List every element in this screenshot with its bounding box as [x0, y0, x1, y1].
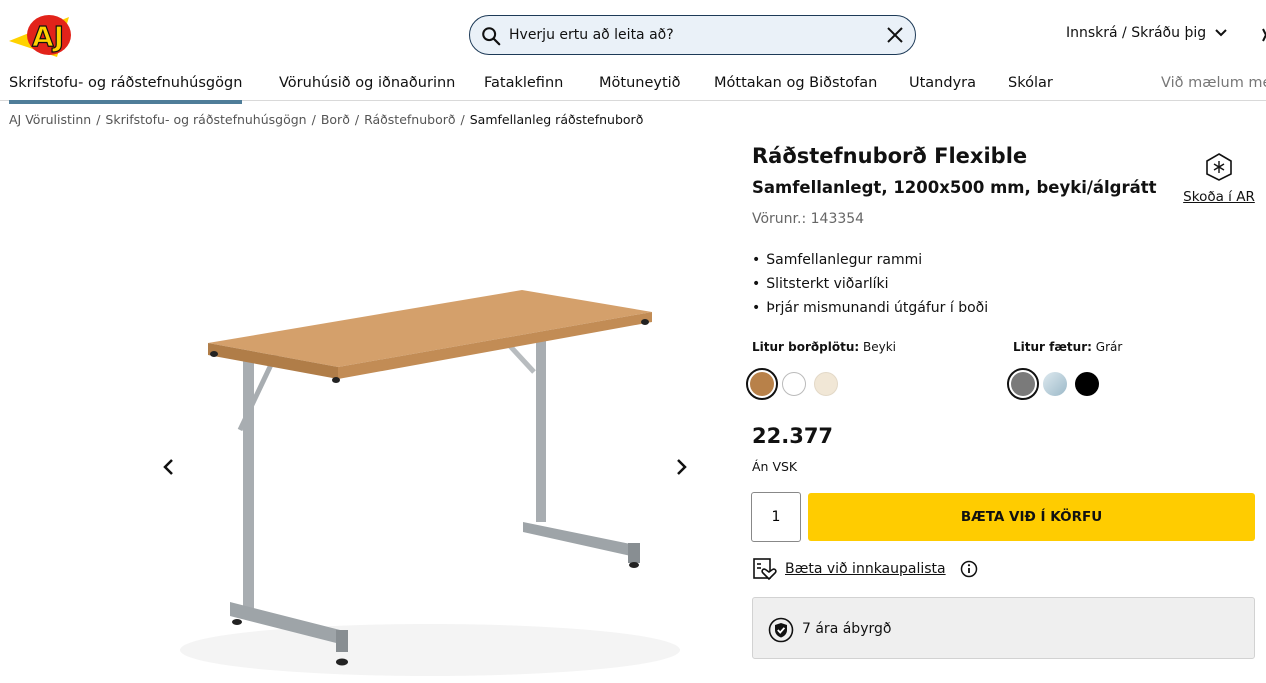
breadcrumb-current: Samfellanleg ráðstefnuborð [469, 112, 644, 127]
svg-text:AJ: AJ [32, 20, 64, 53]
vat-note: Án VSK [752, 459, 798, 474]
top-color-swatch-birch[interactable] [814, 372, 838, 396]
search-icon [482, 27, 501, 46]
breadcrumb-link[interactable]: Borð [321, 112, 350, 127]
product-title: Ráðstefnuborð Flexible [752, 144, 1028, 168]
view-in-ar-label: Skoða í AR [1183, 189, 1255, 205]
search-input[interactable] [509, 23, 869, 47]
nav-item-recommended[interactable]: Við mælum me [1161, 75, 1266, 91]
add-to-wishlist-link[interactable]: Bæta við innkaupalista [785, 561, 946, 577]
aj-logo[interactable]: AJ [9, 11, 75, 59]
top-color-swatch-beech[interactable] [746, 368, 778, 400]
leg-color-value: Grár [1095, 340, 1123, 354]
chevron-down-icon [1215, 29, 1227, 37]
main-nav: Skrifstofu- og ráðstefnuhúsgögn Vöruhúsi… [0, 64, 1266, 104]
login-button[interactable]: Innskrá / Skráðu þig [1066, 25, 1228, 41]
shopping-list-heart-icon [753, 558, 777, 581]
top-color-value: Beyki [862, 340, 896, 354]
leg-color-label: Litur fætur: Grár [1013, 340, 1122, 354]
breadcrumb-link[interactable]: AJ Vörulistinn [9, 112, 91, 127]
feature-item: Samfellanlegur rammi [752, 250, 988, 274]
leg-color-swatch-black[interactable] [1075, 372, 1099, 396]
top-color-title: Litur borðplötu: [752, 340, 860, 354]
breadcrumb-separator: / [96, 112, 101, 127]
previous-image-arrow-icon[interactable] [157, 455, 181, 479]
product-image [150, 260, 710, 683]
aj-logo-icon: AJ [9, 15, 71, 57]
nav-item-schools[interactable]: Skólar [1008, 75, 1053, 91]
next-image-arrow-icon[interactable] [669, 455, 693, 479]
nav-item-office[interactable]: Skrifstofu- og ráðstefnuhúsgögn [9, 75, 243, 104]
table-illustration [180, 290, 680, 676]
shield-check-icon [768, 617, 794, 643]
search-bar [469, 15, 916, 55]
breadcrumb-link[interactable]: Skrifstofu- og ráðstefnuhúsgögn [105, 112, 306, 127]
leg-color-swatch-chrome[interactable] [1043, 372, 1067, 396]
add-to-cart-button[interactable]: BÆTA VIÐ Í KÖRFU [808, 493, 1255, 541]
breadcrumb-link[interactable]: Ráðstefnuborð [364, 112, 455, 127]
breadcrumb-separator: / [311, 112, 316, 127]
top-color-swatch-white[interactable] [782, 372, 806, 396]
quantity-input[interactable] [751, 492, 801, 542]
nav-item-outdoor[interactable]: Utandyra [909, 75, 976, 91]
view-in-ar-button[interactable]: Skoða í AR [1180, 152, 1258, 205]
breadcrumb-separator: / [354, 112, 360, 127]
leg-color-swatch-grey[interactable] [1007, 368, 1039, 400]
clear-search-icon[interactable] [886, 26, 904, 44]
breadcrumb: AJ Vörulistinn / Skrifstofu- og ráðstefnuh… [9, 112, 643, 127]
add-to-wishlist: Bæta við innkaupalista [752, 556, 978, 581]
feature-list: Samfellanlegur rammi Slitsterkt viðarlík… [752, 250, 988, 322]
warranty-box: 7 ára ábyrgð [752, 597, 1255, 659]
product-sku: Vörunr.: 143354 [752, 211, 865, 227]
cart-icon[interactable] [1258, 27, 1266, 43]
nav-item-reception[interactable]: Móttakan og Biðstofan [714, 75, 877, 91]
leg-color-title: Litur fætur: [1013, 340, 1092, 354]
product-subtitle: Samfellanlegt, 1200x500 mm, beyki/álgrát… [752, 178, 1157, 197]
nav-item-warehouse[interactable]: Vöruhúsið og iðnaðurinn [279, 75, 455, 91]
breadcrumb-separator: / [460, 112, 465, 127]
login-label: Innskrá / Skráðu þig [1066, 25, 1207, 41]
warranty-label: 7 ára ábyrgð [802, 621, 892, 637]
feature-item: Slitsterkt viðarlíki [752, 274, 988, 298]
top-color-label: Litur borðplötu: Beyki [752, 340, 896, 354]
nav-item-canteen[interactable]: Mötuneytið [599, 75, 681, 91]
feature-item: Þrjár mismunandi útgáfur í boði [752, 298, 988, 322]
product-price: 22.377 [752, 424, 834, 448]
info-icon[interactable] [960, 560, 978, 578]
ar-cube-icon [1206, 153, 1232, 181]
nav-item-locker-room[interactable]: Fataklefinn [484, 75, 563, 91]
